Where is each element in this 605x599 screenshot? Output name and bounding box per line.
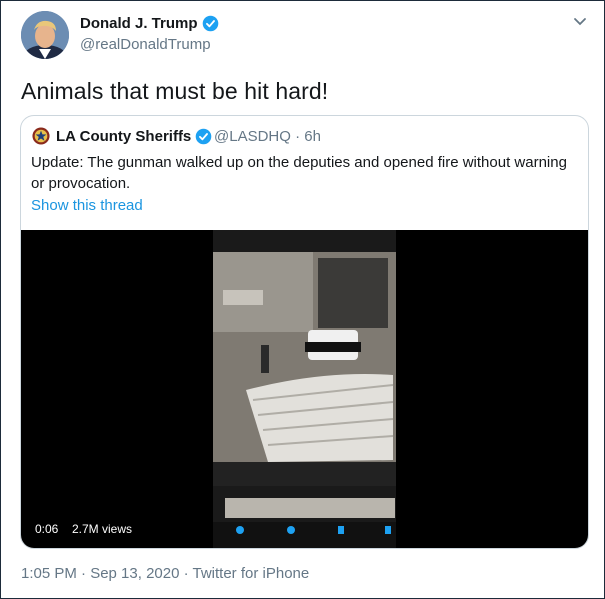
tweet-timestamp[interactable]: 1:05 PM · Sep 13, 2020 · Twitter for iPh… xyxy=(21,565,309,582)
author-name-text: Donald J. Trump xyxy=(80,15,198,32)
tweet-text: Animals that must be hit hard! xyxy=(21,78,329,104)
verified-badge-icon xyxy=(195,128,212,145)
video-duration: 0:06 xyxy=(35,522,59,536)
video-player[interactable]: 0:06 2.7M views xyxy=(21,230,588,548)
tweet-card: Donald J. Trump @realDonaldTrump Animals… xyxy=(0,0,605,599)
video-frame xyxy=(213,230,396,548)
quoted-tweet[interactable]: LA County Sheriffs @LASDHQ · 6h Update: … xyxy=(20,115,589,549)
quoted-text: Update: The gunman walked up on the depu… xyxy=(31,154,567,192)
chevron-down-icon[interactable] xyxy=(573,17,587,27)
author-name[interactable]: Donald J. Trump xyxy=(80,15,219,32)
quoted-author-name[interactable]: LA County Sheriffs xyxy=(56,128,212,145)
show-thread-link[interactable]: Show this thread xyxy=(31,197,143,214)
video-views: 2.7M views xyxy=(72,522,133,536)
author-avatar[interactable] xyxy=(21,11,69,59)
author-handle[interactable]: @realDonaldTrump xyxy=(80,36,211,53)
quoted-handle-time: @LASDHQ · 6h xyxy=(214,128,321,145)
quoted-author-name-text: LA County Sheriffs xyxy=(56,128,192,145)
verified-badge-icon xyxy=(202,15,218,32)
sheriff-badge-icon xyxy=(32,127,50,145)
